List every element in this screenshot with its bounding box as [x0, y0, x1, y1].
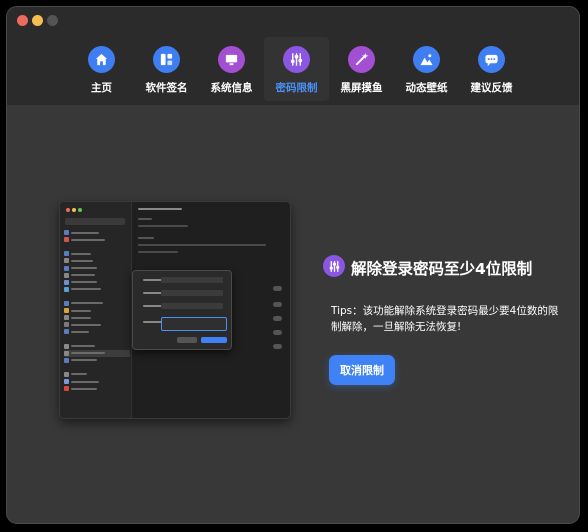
nav-item-system-info[interactable]: 系统信息 — [199, 37, 264, 101]
app-window: 主页 软件签名 系统信息 密码限制 黑屏摸鱼 动态壁纸 建议反馈 解除登录密码至… — [6, 6, 580, 524]
nav-item-black-screen[interactable]: 黑屏摸鱼 — [329, 37, 394, 101]
sliders-icon — [283, 46, 310, 73]
sliders-icon — [323, 255, 345, 277]
toolbar: 主页 软件签名 系统信息 密码限制 黑屏摸鱼 动态壁纸 建议反馈 — [7, 7, 579, 105]
nav-item-home[interactable]: 主页 — [69, 37, 134, 101]
nav-label: 系统信息 — [210, 82, 253, 94]
nav-label: 密码限制 — [275, 82, 318, 94]
nav-label: 动态壁纸 — [405, 82, 448, 94]
nav-label: 建议反馈 — [470, 82, 513, 94]
nav-item-feedback[interactable]: 建议反馈 — [459, 37, 524, 101]
window-minimize-button[interactable] — [32, 15, 43, 26]
preview-main — [138, 208, 284, 258]
system-info-icon — [218, 46, 245, 73]
cancel-limit-button[interactable]: 取消限制 — [329, 355, 395, 385]
main-nav: 主页 软件签名 系统信息 密码限制 黑屏摸鱼 动态壁纸 建议反馈 — [69, 37, 524, 101]
settings-preview-image — [59, 201, 291, 419]
nav-label: 黑屏摸鱼 — [340, 82, 383, 94]
nav-item-password-limit[interactable]: 密码限制 — [264, 37, 329, 101]
tips-text: Tips：该功能解除系统登录密码最少要4位数的限制解除，一旦解除无法恢复! — [331, 305, 559, 333]
preview-password-dialog — [132, 270, 232, 350]
nav-label: 主页 — [91, 82, 112, 94]
nav-item-signature[interactable]: 软件签名 — [134, 37, 199, 101]
signature-icon — [153, 46, 180, 73]
window-zoom-button[interactable] — [47, 15, 58, 26]
preview-sidebar — [60, 202, 132, 418]
magic-wand-icon — [348, 46, 375, 73]
wallpaper-icon — [413, 46, 440, 73]
window-close-button[interactable] — [17, 15, 28, 26]
page-title: 解除登录密码至少4位限制 — [351, 260, 533, 278]
nav-label: 软件签名 — [145, 82, 188, 94]
home-icon — [88, 46, 115, 73]
feedback-icon — [478, 46, 505, 73]
nav-item-wallpaper[interactable]: 动态壁纸 — [394, 37, 459, 101]
